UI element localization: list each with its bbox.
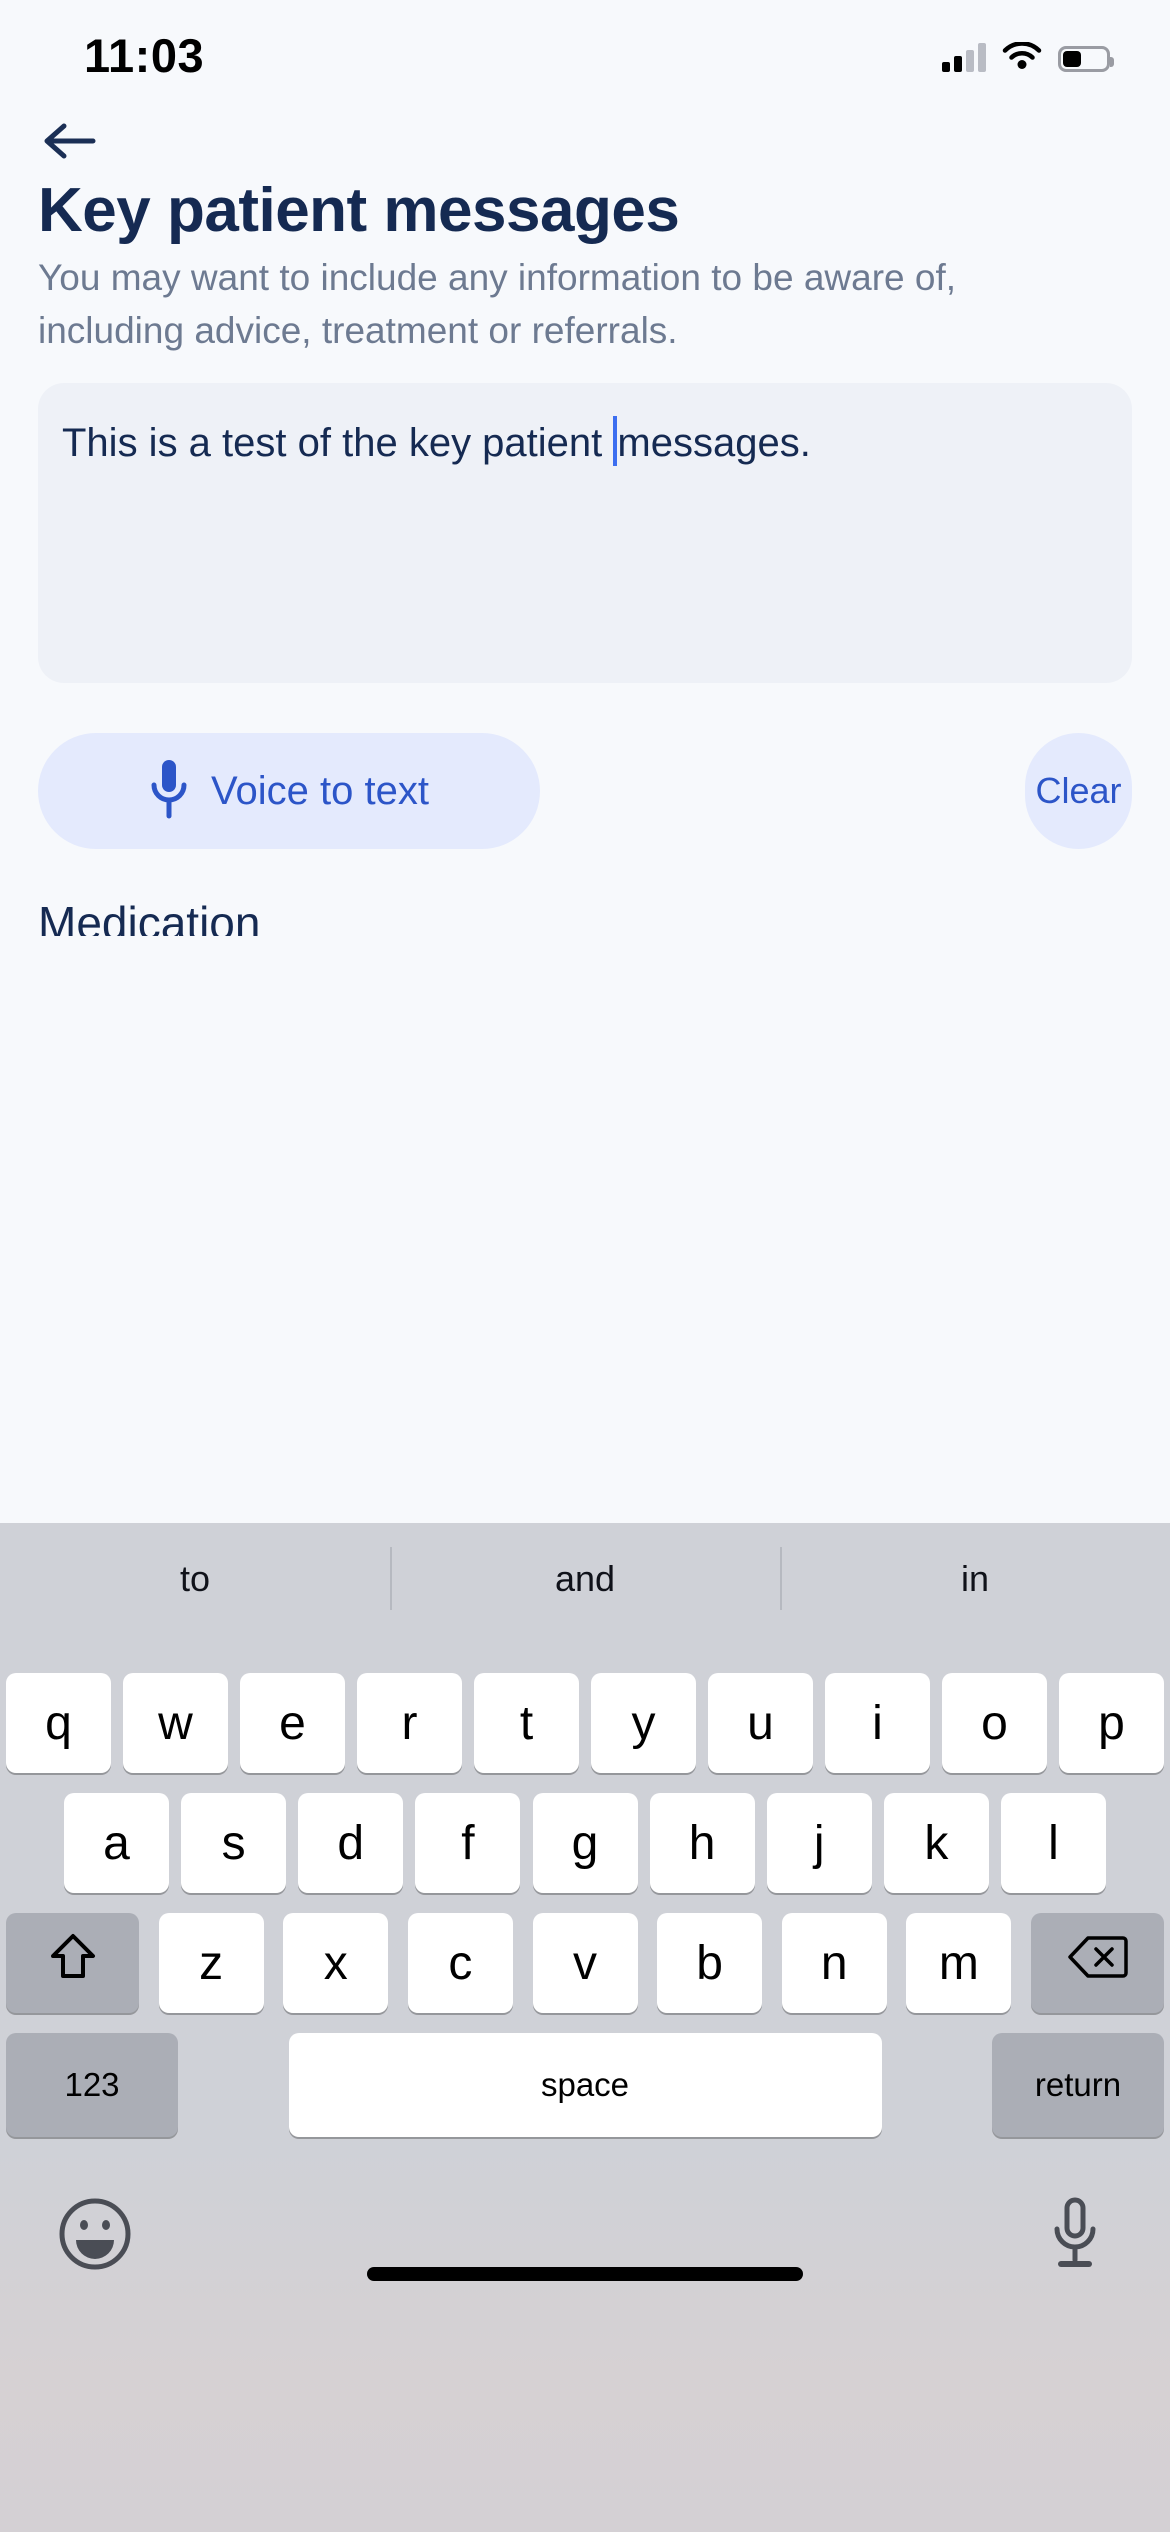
key-f[interactable]: f: [415, 1793, 521, 1893]
dictation-key[interactable]: [1030, 2191, 1120, 2281]
predictive-text-bar: to and in: [0, 1523, 1170, 1634]
key-q[interactable]: q: [6, 1673, 111, 1773]
key-v[interactable]: v: [532, 1913, 638, 2013]
key-i[interactable]: i: [825, 1673, 930, 1773]
emoji-smiley-icon: [58, 2197, 132, 2276]
wifi-icon: [1002, 41, 1042, 72]
microphone-icon: [149, 758, 189, 825]
key-r[interactable]: r: [357, 1673, 462, 1773]
key-n[interactable]: n: [781, 1913, 887, 2013]
return-key[interactable]: return: [992, 2033, 1164, 2137]
key-s[interactable]: s: [181, 1793, 287, 1893]
textarea-text-before-caret: This is a test of the key patient: [62, 421, 614, 465]
back-button[interactable]: [30, 108, 110, 178]
keyboard-row-4: 123 space return: [0, 2033, 1170, 2137]
textarea-text-after-caret: messages.: [617, 421, 811, 465]
key-h[interactable]: h: [649, 1793, 755, 1893]
keyboard-row-3: z x c v b n m: [0, 1913, 1170, 2013]
voice-to-text-button[interactable]: Voice to text: [38, 733, 540, 849]
key-patient-messages-textarea[interactable]: This is a test of the key patient messag…: [38, 383, 1132, 683]
on-screen-keyboard: to and in q w e r t y u i o p a s d f g …: [0, 1523, 1170, 2532]
key-e[interactable]: e: [240, 1673, 345, 1773]
home-indicator: [367, 2267, 803, 2281]
key-b[interactable]: b: [657, 1913, 763, 2013]
textarea-content: This is a test of the key patient messag…: [62, 416, 811, 469]
key-z[interactable]: z: [158, 1913, 264, 2013]
prediction-2[interactable]: in: [780, 1523, 1170, 1634]
status-bar-time: 11:03: [84, 29, 205, 82]
key-c[interactable]: c: [407, 1913, 513, 2013]
status-bar-indicators: [942, 34, 1114, 72]
key-w[interactable]: w: [123, 1673, 228, 1773]
key-u[interactable]: u: [708, 1673, 813, 1773]
backspace-delete-icon: [1067, 1934, 1128, 1992]
battery-icon: [1058, 46, 1114, 72]
action-row: Voice to text Clear: [38, 733, 1132, 853]
prediction-1[interactable]: and: [390, 1523, 780, 1634]
key-a[interactable]: a: [64, 1793, 169, 1893]
shift-key[interactable]: [6, 1913, 139, 2013]
key-y[interactable]: y: [591, 1673, 696, 1773]
keyboard-bottom-bar: [0, 2173, 1170, 2303]
key-m[interactable]: m: [906, 1913, 1012, 2013]
emoji-key[interactable]: [50, 2191, 140, 2281]
key-k[interactable]: k: [883, 1793, 989, 1893]
arrow-left-icon: [44, 121, 96, 166]
keyboard-row-1: q w e r t y u i o p: [0, 1673, 1170, 1773]
prediction-0[interactable]: to: [0, 1523, 390, 1634]
clear-button[interactable]: Clear: [1025, 733, 1132, 849]
key-p[interactable]: p: [1059, 1673, 1164, 1773]
phone-screen: 11:03 Key patient messages You may want …: [0, 0, 1170, 2532]
key-t[interactable]: t: [474, 1673, 579, 1773]
key-x[interactable]: x: [283, 1913, 389, 2013]
key-g[interactable]: g: [532, 1793, 638, 1893]
status-bar: 11:03: [0, 0, 1170, 100]
key-l[interactable]: l: [1001, 1793, 1106, 1893]
cellular-signal-icon: [942, 42, 986, 72]
microphone-dictation-icon: [1049, 2196, 1101, 2277]
key-d[interactable]: d: [298, 1793, 404, 1893]
shift-arrow-up-icon: [50, 1932, 96, 1994]
key-o[interactable]: o: [942, 1673, 1047, 1773]
space-key[interactable]: space: [288, 2033, 882, 2137]
key-j[interactable]: j: [766, 1793, 872, 1893]
page-title: Key patient messages: [38, 176, 680, 245]
voice-to-text-label: Voice to text: [211, 768, 429, 813]
numbers-key[interactable]: 123: [6, 2033, 178, 2137]
clear-label: Clear: [1035, 770, 1122, 811]
backspace-key[interactable]: [1031, 1913, 1164, 2013]
page-description: You may want to include any information …: [38, 257, 957, 351]
keyboard-row-2: a s d f g h j k l: [0, 1793, 1170, 1893]
medication-section-heading: Medication: [38, 897, 261, 936]
